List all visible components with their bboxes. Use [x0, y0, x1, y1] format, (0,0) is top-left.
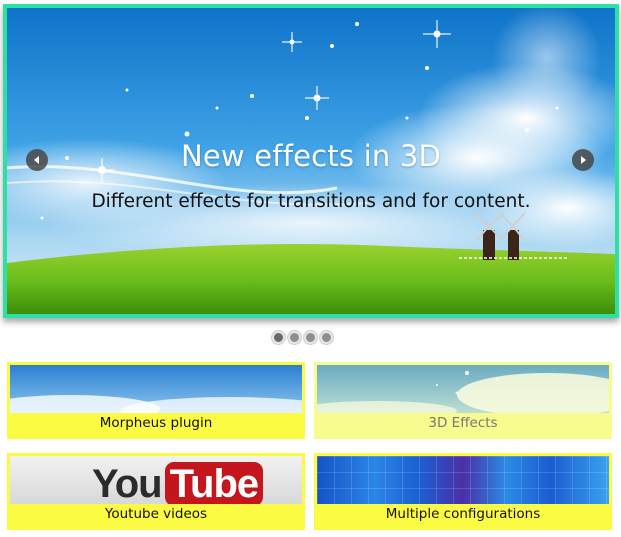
- thumbnail-image: [10, 365, 302, 413]
- thumbnail-3d-effects[interactable]: 3D Effects: [314, 362, 612, 439]
- arrow-right-icon: [581, 156, 586, 164]
- pager-dot-1[interactable]: [272, 331, 285, 344]
- cropped-header-text: [8, 0, 188, 3]
- thumbnail-image: [317, 456, 609, 504]
- thumbnail-label: Multiple configurations: [385, 506, 541, 522]
- thumbnail-morpheus-plugin[interactable]: Morpheus plugin: [7, 362, 305, 439]
- thumbnail-multiple-configurations[interactable]: Multiple configurations: [314, 453, 612, 530]
- thumbnail-label: Morpheus plugin: [99, 415, 213, 431]
- pager-dot-2[interactable]: [288, 331, 301, 344]
- youtube-logo-you: You: [92, 462, 163, 504]
- thumbnail-label: 3D Effects: [428, 415, 498, 431]
- thumbnail-label: Youtube videos: [104, 506, 208, 522]
- youtube-logo: You Tube: [92, 462, 264, 504]
- prev-slide-button[interactable]: [26, 149, 48, 171]
- arrow-left-icon: [34, 156, 39, 164]
- slide-subtitle: Different effects for transitions and fo…: [91, 191, 531, 212]
- pager-dot-3[interactable]: [304, 331, 317, 344]
- next-slide-button[interactable]: [572, 149, 594, 171]
- youtube-logo-tube: Tube: [164, 462, 264, 504]
- thumbnail-image: You Tube: [10, 456, 302, 504]
- image-slider: New effects in 3D Different effects for …: [3, 4, 619, 318]
- slide-title: New effects in 3D: [180, 139, 442, 173]
- slide-pagination: [272, 331, 333, 344]
- pager-dot-4[interactable]: [320, 331, 333, 344]
- thumbnail-youtube-videos[interactable]: You Tube Youtube videos: [7, 453, 305, 530]
- thumbnail-image: [317, 365, 609, 413]
